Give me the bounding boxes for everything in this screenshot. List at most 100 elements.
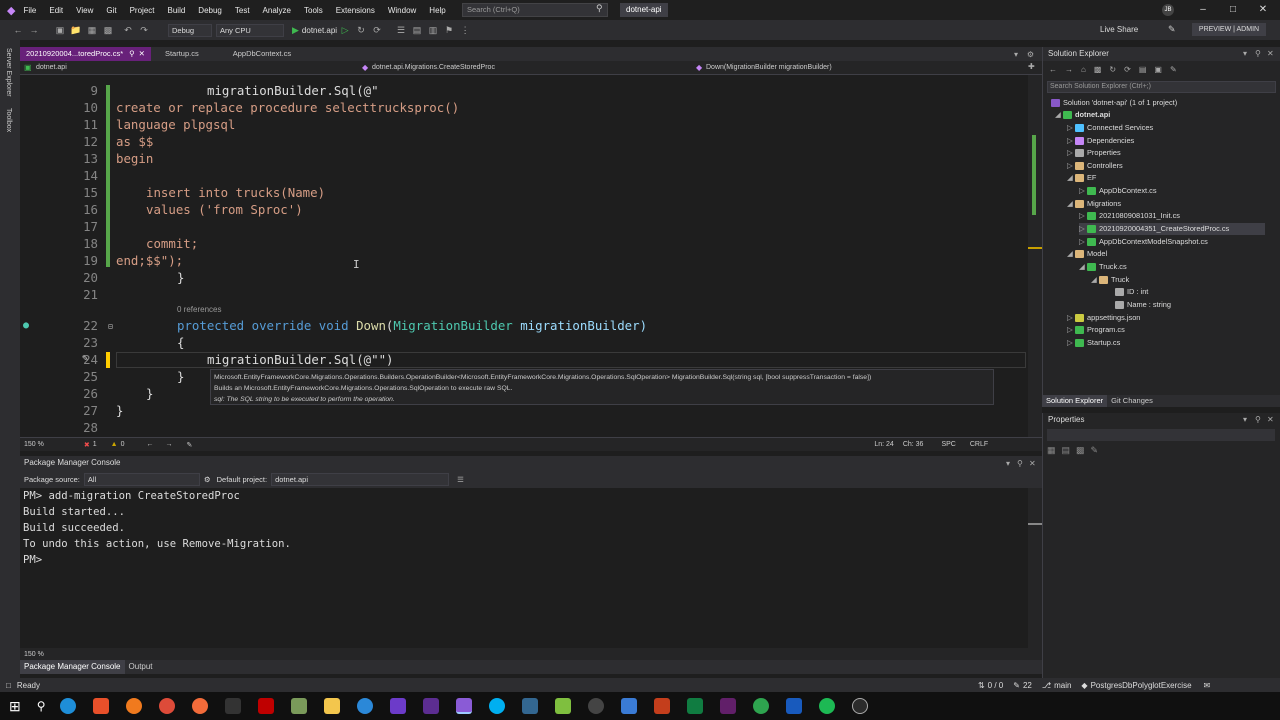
se-home-icon[interactable]: ⌂: [1081, 65, 1086, 74]
pmc-scrollbar[interactable]: [1028, 488, 1042, 648]
tree-item-id-prop[interactable]: ID : int: [1115, 286, 1148, 298]
se-close-icon[interactable]: ✕: [1267, 49, 1274, 58]
expanded-icon[interactable]: ◢: [1067, 248, 1075, 260]
save-icon[interactable]: ▦: [86, 24, 98, 36]
tree-item-truck-file[interactable]: ◢ Truck.cs: [1079, 261, 1127, 273]
default-project-select[interactable]: dotnet.api: [271, 472, 450, 486]
menu-tools[interactable]: Tools: [304, 6, 323, 15]
collapsed-icon[interactable]: ▷: [1067, 160, 1075, 172]
open-file-icon[interactable]: 📁: [70, 24, 82, 36]
override-glyph-icon[interactable]: ●: [23, 320, 29, 331]
tree-item-appsettings[interactable]: ▷ appsettings.json: [1067, 312, 1140, 324]
chrome-icon[interactable]: [158, 698, 175, 714]
menu-git[interactable]: Git: [106, 6, 116, 15]
tree-item-project[interactable]: ◢ dotnet.api: [1055, 109, 1110, 121]
tree-item-truck-class[interactable]: ◢ Truck: [1091, 274, 1129, 286]
menu-project[interactable]: Project: [130, 6, 155, 15]
toolbar-overflow-icon[interactable]: ⋮: [459, 24, 471, 36]
pmc-close-icon[interactable]: ✕: [1029, 459, 1036, 468]
expanded-icon[interactable]: ◢: [1091, 274, 1099, 286]
spotify-icon[interactable]: [818, 698, 835, 714]
indent-mode[interactable]: SPC: [941, 441, 955, 448]
git-changes-count[interactable]: 0 / 0: [988, 681, 1004, 690]
tree-item-name-prop[interactable]: Name : string: [1115, 299, 1171, 311]
redo-icon[interactable]: ↷: [138, 24, 150, 36]
feedback-icon[interactable]: ✎: [1168, 24, 1176, 35]
taskbar-search-icon[interactable]: ⚲: [37, 699, 46, 713]
visual-studio-purple-icon[interactable]: [389, 698, 406, 714]
collapsed-icon[interactable]: ▷: [1067, 122, 1075, 134]
git-repo[interactable]: PostgresDbPolyglotExercise: [1091, 681, 1192, 690]
codelens-references[interactable]: 0 references: [177, 305, 221, 314]
changes-icon[interactable]: ⇅: [978, 681, 985, 690]
brave-icon[interactable]: [92, 698, 109, 714]
run-without-debug-icon[interactable]: ▷: [339, 24, 351, 36]
code-cleanup-icon[interactable]: ✎: [186, 441, 192, 449]
global-search-input[interactable]: Search (Ctrl+Q): [462, 3, 608, 17]
props-combo[interactable]: [1047, 429, 1275, 441]
search-icon[interactable]: ⚲: [596, 3, 603, 14]
undo-icon[interactable]: ↶: [122, 24, 134, 36]
forward-icon[interactable]: →: [28, 24, 40, 36]
se-search-input[interactable]: Search Solution Explorer (Ctrl+;): [1047, 81, 1276, 93]
alphabetical-icon[interactable]: ▤: [1062, 445, 1071, 456]
back-icon[interactable]: ←: [12, 24, 24, 36]
live-share-button[interactable]: Live Share: [1100, 25, 1138, 34]
pencil-icon[interactable]: ✎: [1013, 681, 1020, 690]
se-back-icon[interactable]: ←: [1049, 65, 1057, 74]
tree-item-solution[interactable]: Solution 'dotnet-api' (1 of 1 project): [1051, 97, 1177, 109]
package-settings-icon[interactable]: ⚙: [204, 475, 211, 484]
scroll-thumb[interactable]: [1032, 135, 1036, 215]
menu-help[interactable]: Help: [429, 6, 445, 15]
skype-icon[interactable]: [488, 698, 505, 714]
expanded-icon[interactable]: ◢: [1079, 261, 1087, 273]
class-dropdown[interactable]: dotnet.api.Migrations.CreateStoredProc: [368, 62, 683, 74]
format-icon[interactable]: ☰: [395, 24, 407, 36]
expanded-icon[interactable]: ◢: [1067, 198, 1075, 210]
menu-edit[interactable]: Edit: [49, 6, 63, 15]
pmc-zoom[interactable]: 150 %: [24, 651, 44, 658]
notifications-icon[interactable]: ✉: [1204, 681, 1211, 690]
menu-debug[interactable]: Debug: [198, 6, 222, 15]
slack-icon[interactable]: [719, 698, 736, 714]
bookmark-icon[interactable]: ⚑: [443, 24, 455, 36]
tree-item-appdbcontext[interactable]: ▷ AppDbContext.cs: [1079, 185, 1157, 197]
tab-output[interactable]: Output: [125, 660, 157, 674]
run-icon[interactable]: ▶: [292, 25, 299, 36]
zoom-level[interactable]: 150 %: [24, 441, 44, 448]
obs-icon[interactable]: [851, 698, 868, 714]
tab-solution-explorer[interactable]: Solution Explorer: [1042, 395, 1108, 407]
save-all-icon[interactable]: ▩: [102, 24, 114, 36]
vs-logo-icon[interactable]: ◆: [7, 4, 15, 17]
tab-startup[interactable]: Startup.cs: [159, 47, 205, 61]
tree-item-program[interactable]: ▷ Program.cs: [1067, 324, 1125, 336]
close-tab-icon[interactable]: ✕: [139, 47, 145, 61]
split-editor-icon[interactable]: ✚: [1028, 62, 1035, 71]
notepad-icon[interactable]: [290, 698, 307, 714]
close-window-button[interactable]: ✕: [1248, 0, 1278, 20]
menu-analyze[interactable]: Analyze: [263, 6, 291, 15]
new-item-icon[interactable]: ▣: [54, 24, 66, 36]
warning-icon[interactable]: ▲: [111, 441, 118, 448]
package-source-select[interactable]: All: [83, 472, 200, 486]
props-close-icon[interactable]: ✕: [1267, 415, 1274, 424]
filezilla-icon[interactable]: [257, 698, 274, 714]
postman-icon[interactable]: [191, 698, 208, 714]
se-sync-icon[interactable]: ↻: [1109, 65, 1116, 74]
app-icon[interactable]: [356, 698, 373, 714]
maximize-button[interactable]: □: [1218, 0, 1248, 20]
collapsed-icon[interactable]: ▷: [1067, 312, 1075, 324]
tab-package-manager-console[interactable]: Package Manager Console: [20, 660, 125, 674]
collapsed-icon[interactable]: ▷: [1079, 210, 1087, 222]
github-icon[interactable]: [587, 698, 604, 714]
pmc-output[interactable]: PM> add-migration CreateStoredProc Build…: [20, 488, 1028, 648]
terminal-icon[interactable]: [224, 698, 241, 714]
tree-item-connected-services[interactable]: ▷ Connected Services: [1067, 122, 1153, 134]
windows-start-icon[interactable]: ⊞: [9, 698, 21, 715]
line-ending[interactable]: CRLF: [970, 441, 988, 448]
remote-desktop-icon[interactable]: [620, 698, 637, 714]
excel-icon[interactable]: [686, 698, 703, 714]
tree-item-createstoredproc[interactable]: ▷ 20210920004351_CreateStoredProc.cs: [1079, 223, 1265, 235]
menu-build[interactable]: Build: [168, 6, 186, 15]
tree-item-dependencies[interactable]: ▷ Dependencies: [1067, 135, 1134, 147]
